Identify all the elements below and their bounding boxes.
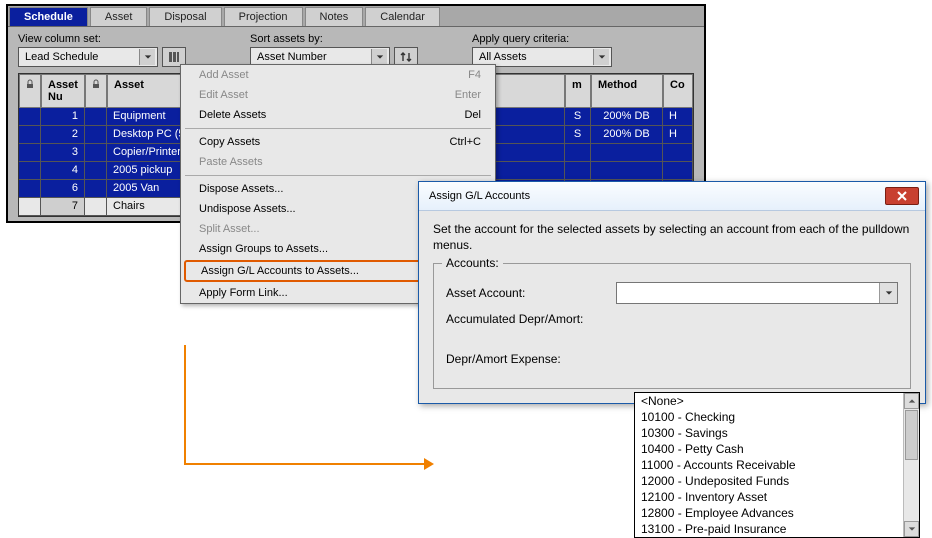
cell-method: 200% DB: [591, 126, 663, 144]
col-co[interactable]: Co: [663, 74, 693, 108]
dropdown-option[interactable]: 12800 - Employee Advances: [635, 505, 919, 521]
menu-item-label: Undispose Assets...: [199, 203, 296, 215]
depr-expense-label: Depr/Amort Expense:: [446, 352, 616, 366]
chevron-down-icon: [371, 49, 387, 65]
sort-value: Asset Number: [257, 51, 327, 63]
dropdown-option[interactable]: 12100 - Inventory Asset: [635, 489, 919, 505]
asset-account-dropdown[interactable]: [616, 282, 898, 304]
chevron-down-icon: [139, 49, 155, 65]
scroll-down-button[interactable]: [904, 521, 919, 537]
menu-item-label: Paste Assets: [199, 156, 263, 168]
cell-s: S: [565, 126, 591, 144]
menu-item: Add Asset F4: [181, 65, 495, 85]
cell-method: [591, 144, 663, 162]
menu-item-shortcut: Ctrl+C: [450, 136, 481, 148]
menu-item-shortcut: Del: [464, 109, 481, 121]
cell-asset-number: 2: [41, 126, 85, 144]
lock-header-icon: [19, 74, 41, 108]
menu-item: Paste Assets: [181, 152, 495, 172]
menu-item[interactable]: Delete Assets Del: [181, 105, 495, 125]
menu-item-label: Assign Groups to Assets...: [199, 243, 328, 255]
cell-asset-number: 6: [41, 180, 85, 198]
menu-item-label: Copy Assets: [199, 136, 260, 148]
tab-projection[interactable]: Projection: [224, 7, 303, 26]
sort-label: Sort assets by:: [250, 33, 418, 45]
cell-s: [565, 144, 591, 162]
cell-asset-number: 3: [41, 144, 85, 162]
query-label: Apply query criteria:: [472, 33, 612, 45]
cell-s: [565, 162, 591, 180]
dialog-title: Assign G/L Accounts: [429, 190, 530, 202]
menu-item-label: Assign G/L Accounts to Assets...: [201, 265, 359, 277]
col-asset-number[interactable]: Asset Nu: [41, 74, 85, 108]
cell-asset-number: 4: [41, 162, 85, 180]
menu-item-shortcut: Enter: [455, 89, 481, 101]
dialog-description: Set the account for the selected assets …: [433, 221, 911, 253]
dropdown-option[interactable]: 10300 - Savings: [635, 425, 919, 441]
query-value: All Assets: [479, 51, 527, 63]
menu-item-shortcut: F4: [468, 69, 481, 81]
scroll-up-button[interactable]: [904, 393, 919, 409]
cell-h: [663, 162, 693, 180]
menu-item-label: Dispose Assets...: [199, 183, 283, 195]
view-column-dropdown[interactable]: Lead Schedule: [18, 47, 158, 67]
accounts-group: Accounts: Asset Account: Accumulated Dep…: [433, 263, 911, 389]
asset-account-options: <None>10100 - Checking10300 - Savings104…: [634, 392, 920, 538]
chevron-down-icon: [879, 283, 897, 303]
tab-calendar[interactable]: Calendar: [365, 7, 440, 26]
tab-disposal[interactable]: Disposal: [149, 7, 221, 26]
cell-asset-number: 1: [41, 108, 85, 126]
col-m[interactable]: m: [565, 74, 591, 108]
menu-item-label: Add Asset: [199, 69, 249, 81]
cell-method: [591, 162, 663, 180]
menu-item-label: Split Asset...: [199, 223, 260, 235]
dropdown-option[interactable]: 11000 - Accounts Receivable: [635, 457, 919, 473]
dropdown-option[interactable]: 10100 - Checking: [635, 409, 919, 425]
scrollbar[interactable]: [903, 393, 919, 537]
menu-item-label: Apply Form Link...: [199, 287, 288, 299]
cell-method: 200% DB: [591, 108, 663, 126]
tab-schedule[interactable]: Schedule: [9, 7, 88, 26]
menu-item-label: Edit Asset: [199, 89, 248, 101]
cell-h: H: [663, 108, 693, 126]
callout-arrow: [184, 345, 434, 467]
tab-strip: Schedule Asset Disposal Projection Notes…: [8, 6, 704, 27]
view-column-value: Lead Schedule: [25, 51, 98, 63]
cell-asset-number: 7: [41, 198, 85, 216]
accounts-legend: Accounts:: [442, 256, 503, 270]
chevron-down-icon: [593, 49, 609, 65]
cell-h: H: [663, 126, 693, 144]
tab-notes[interactable]: Notes: [305, 7, 364, 26]
dropdown-option[interactable]: 10400 - Petty Cash: [635, 441, 919, 457]
menu-item-label: Delete Assets: [199, 109, 266, 121]
dropdown-option[interactable]: <None>: [635, 393, 919, 409]
asset-account-label: Asset Account:: [446, 286, 616, 300]
scroll-thumb[interactable]: [905, 410, 918, 460]
lock-header-icon: [85, 74, 107, 108]
accum-depr-label: Accumulated Depr/Amort:: [446, 312, 616, 326]
view-column-label: View column set:: [18, 33, 186, 45]
tab-asset[interactable]: Asset: [90, 7, 148, 26]
col-method[interactable]: Method: [591, 74, 663, 108]
cell-s: S: [565, 108, 591, 126]
cell-h: [663, 144, 693, 162]
dropdown-option[interactable]: 12000 - Undeposited Funds: [635, 473, 919, 489]
menu-item[interactable]: Copy Assets Ctrl+C: [181, 132, 495, 152]
menu-item: Edit Asset Enter: [181, 85, 495, 105]
assign-gl-dialog: Assign G/L Accounts Set the account for …: [418, 181, 926, 404]
close-button[interactable]: [885, 187, 919, 205]
dropdown-option[interactable]: 13100 - Pre-paid Insurance: [635, 521, 919, 537]
